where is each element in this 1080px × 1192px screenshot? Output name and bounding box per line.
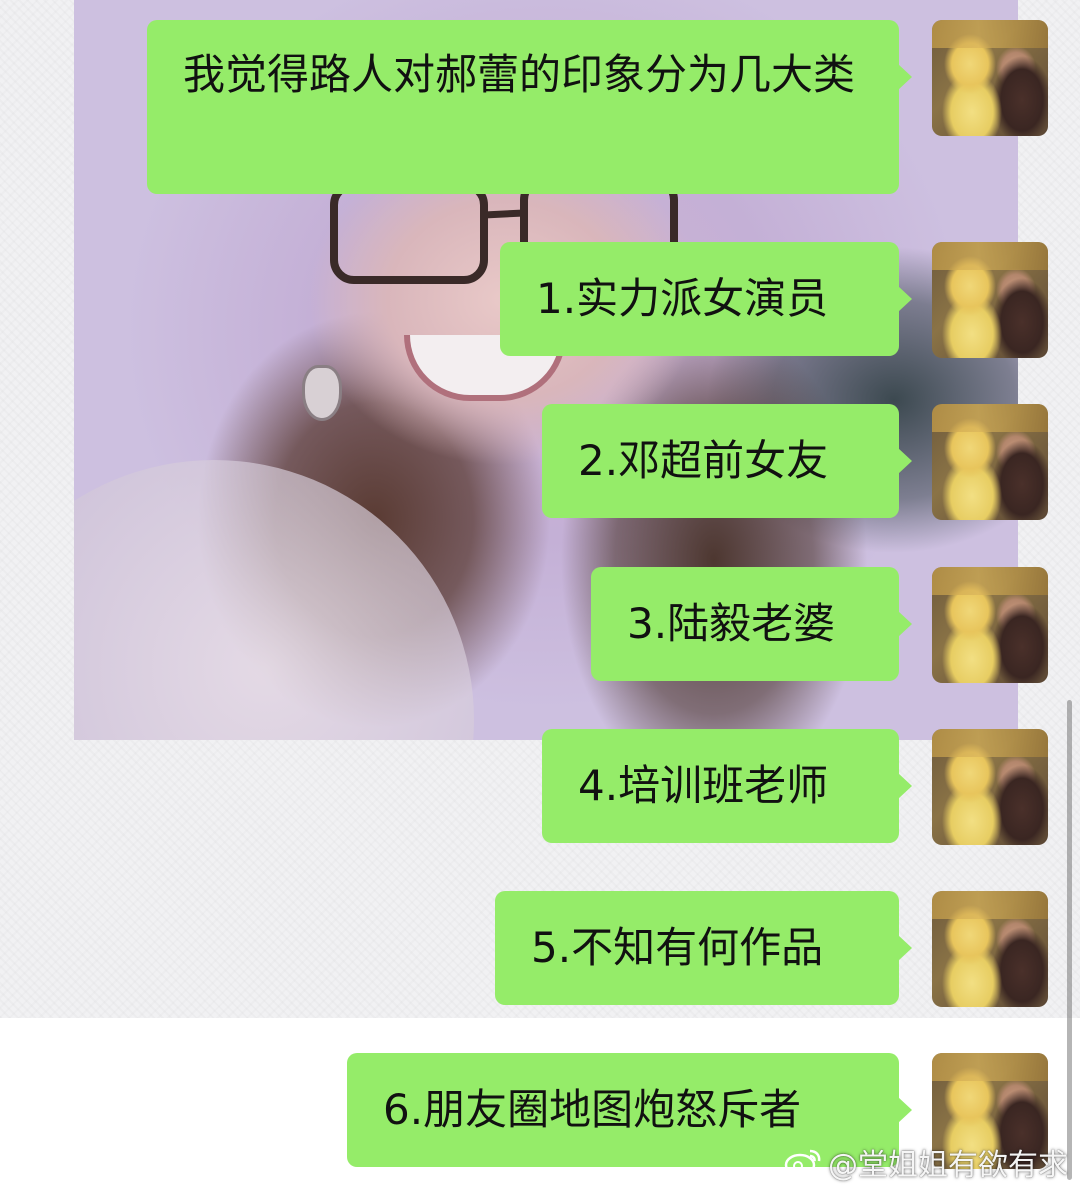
message-row: 我觉得路人对郝蕾的印象分为几大类 <box>0 20 1080 194</box>
message-bubble[interactable]: 2.邓超前女友 <box>542 404 899 518</box>
bubble-tail <box>898 935 912 961</box>
bubble-tail <box>898 773 912 799</box>
bubble-tail <box>898 448 912 474</box>
bubble-tail <box>898 611 912 637</box>
message-bubble[interactable]: 4.培训班老师 <box>542 729 899 843</box>
message-text: 6.朋友圈地图炮怒斥者 <box>383 1085 802 1134</box>
bubble-tail <box>898 1097 912 1123</box>
message-row: 4.培训班老师 <box>0 729 1080 845</box>
user-avatar[interactable] <box>932 567 1048 683</box>
scrollbar[interactable] <box>1067 700 1072 1180</box>
user-avatar[interactable] <box>932 891 1048 1007</box>
message-row: 2.邓超前女友 <box>0 404 1080 520</box>
message-text: 2.邓超前女友 <box>578 436 829 485</box>
weibo-logo-icon <box>784 1149 821 1177</box>
message-text: 我觉得路人对郝蕾的印象分为几大类 <box>183 50 856 99</box>
message-bubble[interactable]: 3.陆毅老婆 <box>591 567 899 681</box>
user-avatar[interactable] <box>932 729 1048 845</box>
message-text: 4.培训班老师 <box>578 761 829 810</box>
bubble-tail <box>898 286 912 312</box>
message-row: 3.陆毅老婆 <box>0 567 1080 683</box>
message-text: 5.不知有何作品 <box>531 923 824 972</box>
bubble-tail <box>898 64 912 90</box>
user-avatar[interactable] <box>932 20 1048 136</box>
message-row: 5.不知有何作品 <box>0 891 1080 1007</box>
user-avatar[interactable] <box>932 242 1048 358</box>
message-bubble[interactable]: 1.实力派女演员 <box>500 242 899 356</box>
message-text: 1.实力派女演员 <box>536 274 829 323</box>
user-avatar[interactable] <box>932 404 1048 520</box>
message-text: 3.陆毅老婆 <box>627 599 836 648</box>
watermark: @堂姐姐有欲有求 <box>784 1140 1068 1184</box>
message-bubble[interactable]: 5.不知有何作品 <box>495 891 899 1005</box>
message-row: 1.实力派女演员 <box>0 242 1080 358</box>
watermark-text: @堂姐姐有欲有求 <box>828 1148 1068 1183</box>
message-bubble[interactable]: 我觉得路人对郝蕾的印象分为几大类 <box>147 20 899 194</box>
